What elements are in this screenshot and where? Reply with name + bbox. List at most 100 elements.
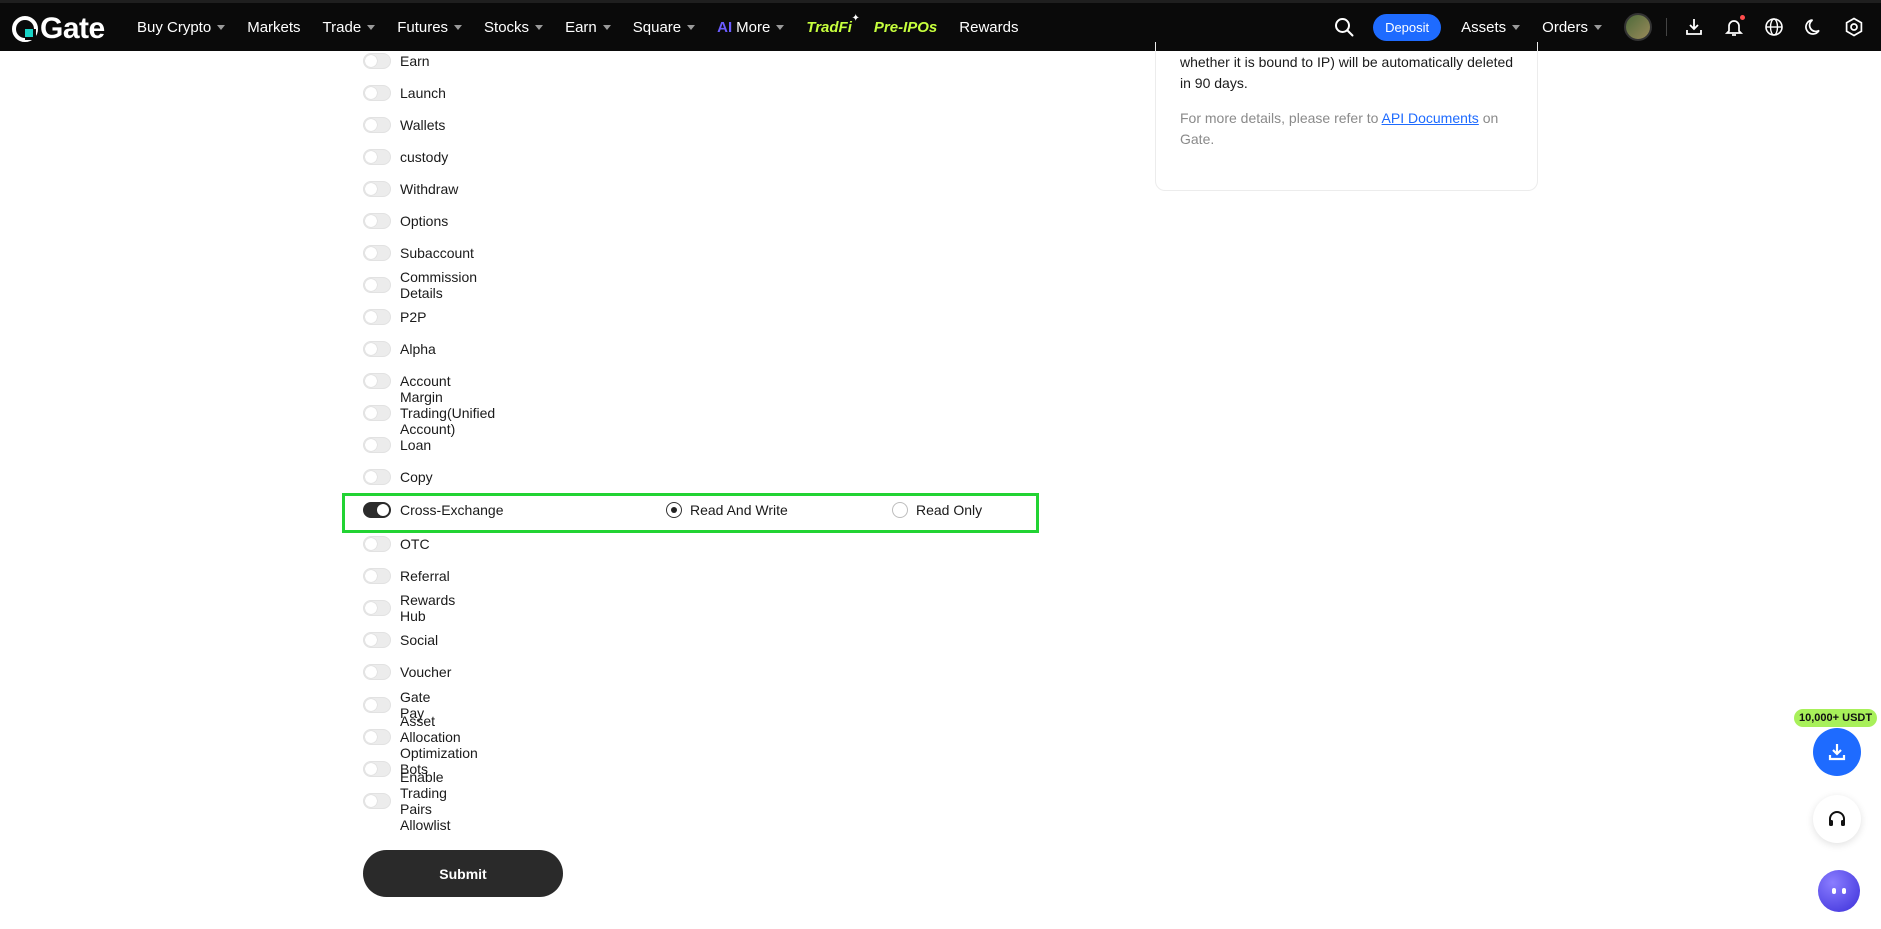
nav-futures[interactable]: Futures — [397, 19, 463, 36]
tradfi-text: TradFi — [806, 18, 852, 36]
nav-more-label: More — [736, 18, 771, 36]
permission-label: Withdraw — [400, 181, 459, 197]
selection-highlight — [342, 493, 1039, 533]
permission-row-withdraw: Withdraw — [363, 179, 458, 199]
toggle-switch[interactable] — [363, 536, 391, 552]
permission-label: Earn — [400, 53, 430, 69]
permission-label: Asset Allocation Optimization — [400, 713, 478, 761]
permission-row-launch: Launch — [363, 83, 446, 103]
download-icon[interactable] — [1683, 16, 1705, 38]
nav-stocks-label: Stocks — [484, 18, 530, 36]
toggle-switch[interactable] — [363, 373, 391, 389]
bell-icon[interactable] — [1723, 15, 1745, 38]
permission-label: OTC — [400, 536, 430, 552]
permission-label: Alpha — [400, 341, 436, 357]
nav-markets-label: Markets — [247, 18, 301, 36]
assets-menu[interactable]: Assets — [1461, 18, 1521, 36]
support-button[interactable] — [1813, 795, 1861, 843]
submit-button[interactable]: Submit — [363, 850, 563, 897]
permission-row-earn: Earn — [363, 51, 430, 71]
toggle-switch[interactable] — [363, 568, 391, 584]
toggle-switch[interactable] — [363, 309, 391, 325]
assets-label: Assets — [1461, 18, 1507, 36]
tradfi-label: TradFi ✦ — [806, 13, 860, 36]
toggle-switch[interactable] — [363, 405, 391, 421]
nav-square-label: Square — [632, 18, 682, 36]
gate-logo-text: Gate — [40, 12, 105, 45]
notification-dot — [1740, 15, 1745, 20]
avatar[interactable] — [1624, 13, 1652, 41]
nav-earn-label: Earn — [565, 18, 597, 36]
nav-pre-ipos[interactable]: Pre-IPOs — [874, 19, 937, 36]
app-download-button[interactable] — [1813, 728, 1861, 776]
nav-earn[interactable]: Earn — [565, 19, 611, 36]
toggle-switch[interactable] — [363, 85, 391, 101]
toggle-switch[interactable] — [363, 181, 391, 197]
info-warning-text: whether it is bound to IP) will be autom… — [1180, 54, 1514, 91]
globe-icon[interactable] — [1763, 16, 1785, 38]
permission-row-copy: Copy — [363, 467, 433, 487]
chevron-down-icon — [454, 24, 463, 30]
toggle-switch[interactable] — [363, 793, 391, 809]
pre-ipos-label: Pre-IPOs — [873, 18, 938, 36]
toggle-switch[interactable] — [363, 213, 391, 229]
chevron-down-icon — [535, 24, 544, 30]
settings-icon[interactable] — [1843, 16, 1865, 38]
nav-stocks[interactable]: Stocks — [484, 18, 544, 36]
toggle-switch[interactable] — [363, 245, 391, 261]
gate-logo[interactable]: Gate — [12, 12, 105, 46]
permission-row-social: Social — [363, 630, 438, 650]
toggle-switch[interactable] — [363, 632, 391, 648]
chevron-down-icon — [1594, 24, 1602, 30]
nav-buy-crypto[interactable]: Buy Crypto — [137, 19, 226, 36]
permission-row-account: Account — [363, 371, 451, 391]
toggle-switch[interactable] — [363, 761, 391, 777]
chevron-down-icon — [217, 24, 226, 30]
permission-label: Voucher — [400, 664, 452, 680]
chevron-down-icon — [1512, 24, 1521, 30]
permission-row-alpha: Alpha — [363, 339, 436, 359]
nav-square[interactable]: Square — [632, 18, 696, 36]
toggle-switch[interactable] — [363, 664, 391, 680]
info-more-details: For more details, please refer to API Do… — [1180, 108, 1520, 150]
toggle-switch[interactable] — [363, 53, 391, 69]
promo-badge[interactable]: 10,000+ USDT — [1794, 709, 1878, 727]
permission-label: Copy — [400, 469, 433, 485]
main-nav: Buy Crypto Markets Trade Futures Stocks … — [137, 3, 1040, 51]
toggle-switch[interactable] — [363, 117, 391, 133]
toggle-switch[interactable] — [363, 697, 391, 713]
permission-row-trading-pairs-allowlist: Enable Trading Pairs Allowlist — [363, 769, 451, 833]
toggle-switch[interactable] — [363, 729, 391, 745]
nav-trade[interactable]: Trade — [323, 19, 376, 36]
sparkle-icon: ✦ — [851, 12, 860, 24]
permission-row-otc: OTC — [363, 534, 430, 554]
moon-icon[interactable] — [1803, 16, 1825, 38]
headset-icon — [1829, 811, 1845, 826]
toggle-switch[interactable] — [363, 437, 391, 453]
nav-more[interactable]: AI More — [717, 18, 785, 36]
permission-label: Account — [400, 373, 451, 389]
nav-divider — [1666, 18, 1667, 36]
toggle-switch[interactable] — [363, 277, 391, 293]
bot-eye-icon — [1832, 888, 1836, 894]
permission-row-asset-allocation: Asset Allocation Optimization — [363, 713, 478, 761]
permission-row-voucher: Voucher — [363, 662, 451, 682]
ai-assistant-button[interactable] — [1818, 870, 1860, 912]
deposit-button[interactable]: Deposit — [1373, 13, 1442, 41]
nav-trade-label: Trade — [322, 18, 362, 36]
nav-markets[interactable]: Markets — [247, 19, 300, 36]
permission-row-options: Options — [363, 211, 448, 231]
api-documents-link[interactable]: API Documents — [1382, 110, 1479, 126]
toggle-switch[interactable] — [363, 600, 391, 616]
orders-menu[interactable]: Orders — [1542, 19, 1602, 36]
toggle-switch[interactable] — [363, 149, 391, 165]
toggle-switch[interactable] — [363, 341, 391, 357]
permission-row-subaccount: Subaccount — [363, 243, 474, 263]
search-icon[interactable] — [1333, 16, 1355, 38]
nav-rewards[interactable]: Rewards — [959, 19, 1018, 36]
permission-row-referral: Referral — [363, 566, 450, 586]
toggle-switch[interactable] — [363, 469, 391, 485]
chevron-down-icon — [687, 24, 696, 30]
nav-tradfi[interactable]: TradFi ✦ — [806, 13, 860, 36]
permission-label: Options — [400, 213, 449, 229]
